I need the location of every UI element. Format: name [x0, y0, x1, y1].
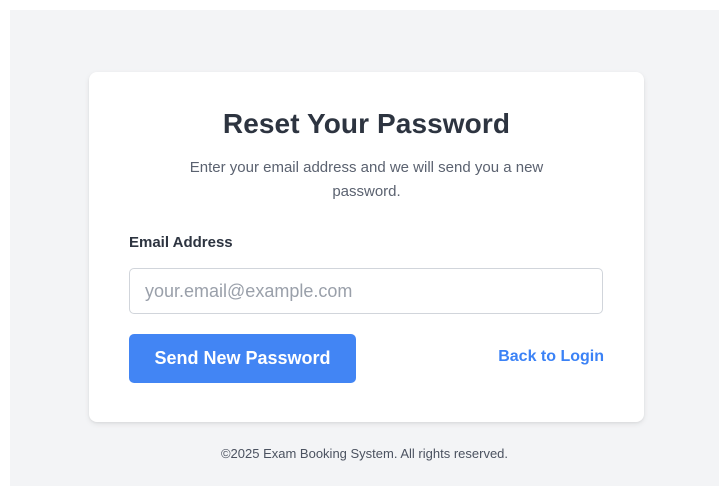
page-title: Reset Your Password	[222, 108, 511, 139]
email-label: Email Address	[129, 234, 233, 251]
footer-copyright: ©2025 Exam Booking System. All rights re…	[220, 446, 509, 461]
send-new-password-button[interactable]: Send New Password	[129, 334, 356, 383]
back-to-login-link[interactable]: Back to Login	[498, 348, 604, 366]
reset-password-card: Reset Your Password Enter your email add…	[89, 72, 644, 422]
email-input[interactable]	[129, 268, 603, 314]
page-background: Reset Your Password Enter your email add…	[10, 10, 719, 486]
page-subtitle: Enter your email address and we will sen…	[189, 159, 544, 200]
